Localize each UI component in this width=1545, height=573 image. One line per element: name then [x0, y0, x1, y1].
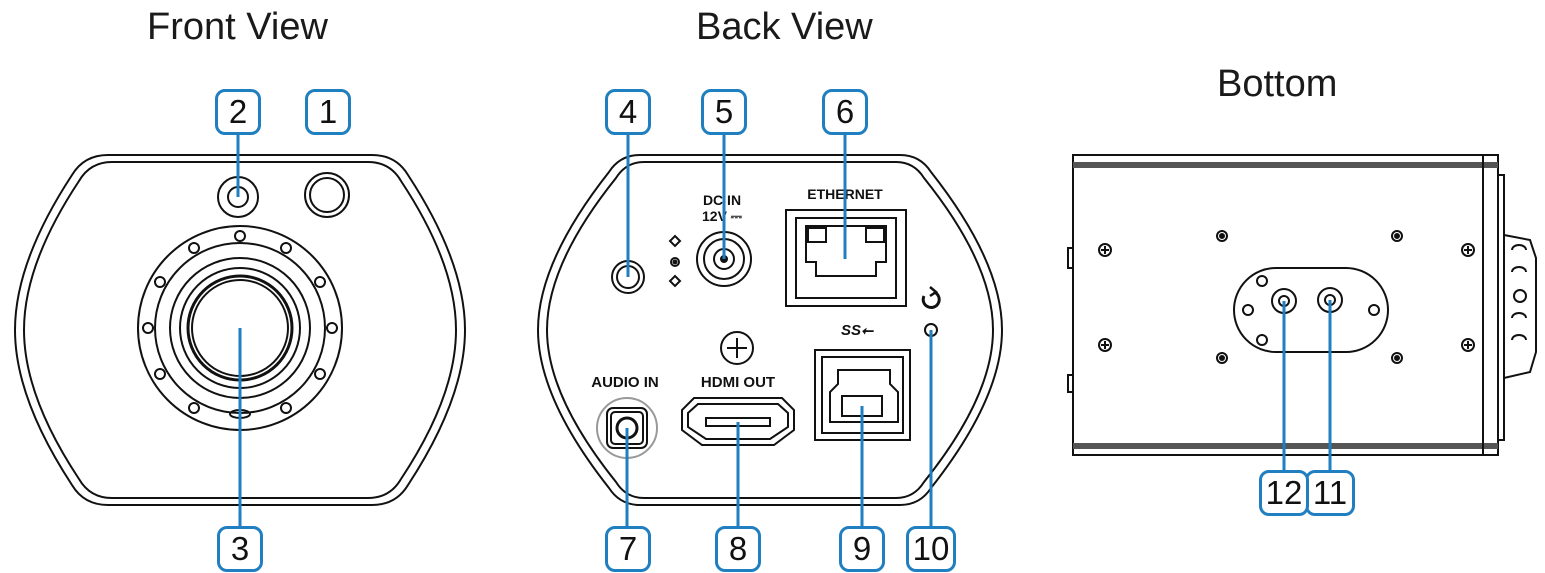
callout-5: 5: [701, 89, 747, 135]
callout-12: 12: [1259, 470, 1309, 516]
camera-diagram: Front View Back View Bottom DC IN 12V ⎓ …: [0, 0, 1545, 573]
audio-in-label: AUDIO IN: [591, 374, 659, 391]
screw: [720, 331, 754, 365]
callout-8: 8: [715, 526, 761, 572]
callout-9: 9: [839, 526, 885, 572]
callout-7: 7: [605, 526, 651, 572]
hdmi-out-label: HDMI OUT: [701, 374, 775, 391]
reset-symbol: [921, 286, 941, 309]
callout-3: 3: [217, 526, 263, 572]
dc-volt-label: 12V ⎓: [702, 208, 743, 224]
leader-lines: [236, 131, 1332, 528]
dc-in-label: DC IN: [703, 192, 741, 208]
mounting-plate: [1233, 267, 1389, 353]
callout-6: 6: [822, 89, 868, 135]
callout-2: 2: [215, 89, 261, 135]
callout-10: 10: [906, 526, 956, 572]
usb-ss-label: SS⭠: [841, 322, 874, 339]
bottom-view-camera: [1067, 154, 1537, 456]
dc-polarity-symbol: [668, 234, 682, 288]
callout-11: 11: [1305, 470, 1355, 516]
callout-1: 1: [305, 89, 351, 135]
ir-sensor: [304, 172, 350, 218]
callout-4: 4: [605, 89, 651, 135]
